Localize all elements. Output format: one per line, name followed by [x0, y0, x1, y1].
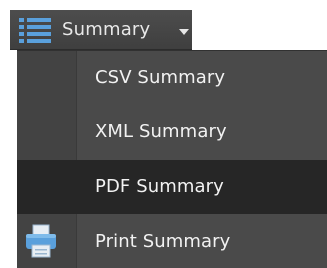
menu-item-label: CSV Summary — [95, 67, 226, 88]
summary-dropdown-label: Summary — [62, 19, 151, 40]
menu-item-xml-summary[interactable]: XML Summary — [17, 105, 327, 159]
menu-item-pdf-summary[interactable]: PDF Summary — [17, 160, 327, 214]
menu-item-label: Print Summary — [95, 231, 231, 252]
menu-item-csv-summary[interactable]: CSV Summary — [17, 51, 327, 105]
menu-item-label: PDF Summary — [95, 176, 224, 197]
menu-item-label: XML Summary — [95, 121, 227, 142]
summary-dropdown-button[interactable]: Summary — [10, 10, 192, 50]
summary-menu: CSV Summary XML Summary PDF Summary Prin… — [17, 50, 327, 268]
printer-icon — [26, 224, 56, 258]
summary-dropdown-view: Summary CSV Summary XML Summary PDF Summ… — [0, 0, 327, 268]
menu-item-print-summary[interactable]: Print Summary — [17, 215, 327, 268]
caret-down-icon — [179, 29, 189, 35]
list-icon — [19, 18, 51, 43]
